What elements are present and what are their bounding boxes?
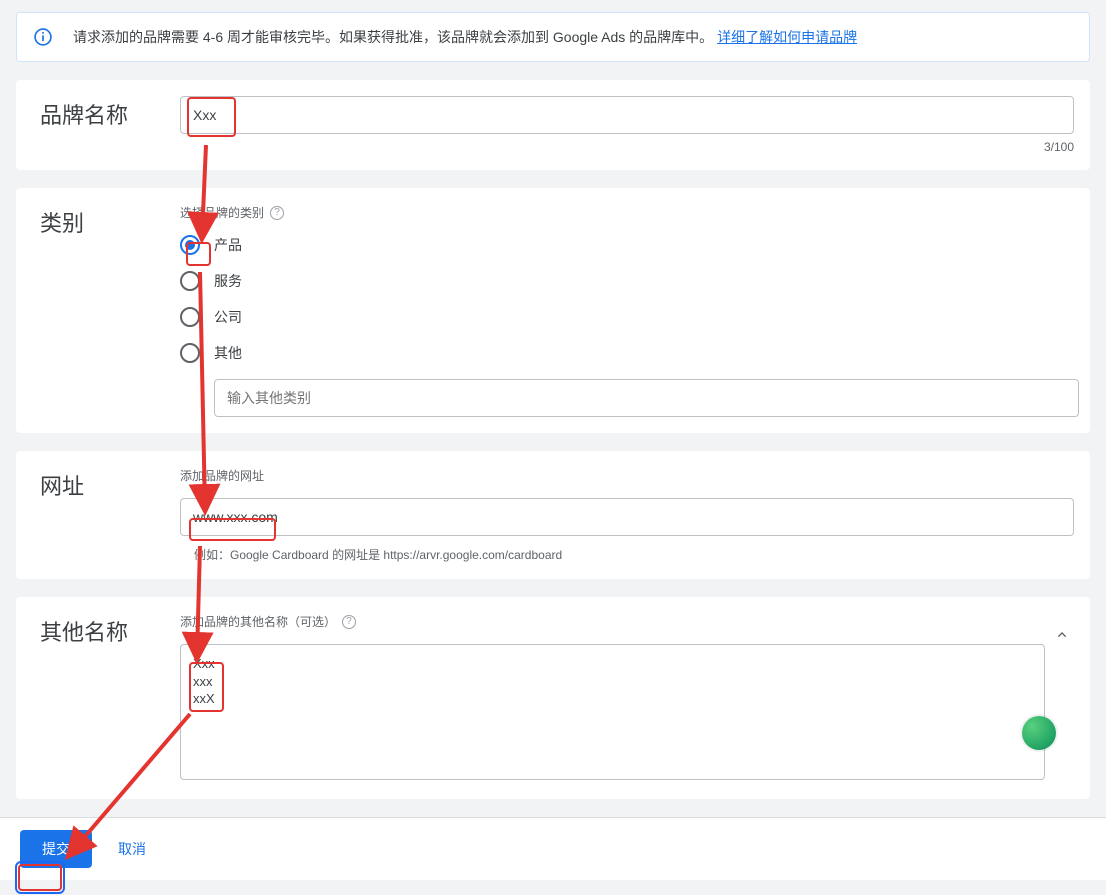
support-badge-icon[interactable] [1022,716,1056,750]
url-example: 例如：Google Cardboard 的网址是 https://arvr.go… [180,546,1074,563]
info-banner: 请求添加的品牌需要 4-6 周才能审核完毕。如果获得批准，该品牌就会添加到 Go… [16,12,1090,62]
radio-label: 其他 [214,343,242,363]
other-names-card: 其他名称 添加品牌的其他名称（可选） ? [16,597,1090,799]
url-input[interactable] [180,498,1074,536]
submit-button[interactable]: 提交 [20,830,92,868]
other-names-textarea[interactable] [180,644,1045,780]
brand-name-label: 品牌名称 [40,96,180,130]
brand-name-input[interactable] [180,96,1074,134]
radio-label: 产品 [214,235,242,255]
radio-icon [180,307,200,327]
brand-name-counter: 3/100 [180,140,1074,154]
other-names-label: 其他名称 [40,613,180,647]
info-icon [33,27,57,47]
category-label: 类别 [40,204,180,238]
brand-name-card: 品牌名称 3/100 [16,80,1090,170]
url-card: 网址 添加品牌的网址 例如：Google Cardboard 的网址是 http… [16,451,1090,579]
help-icon[interactable]: ? [342,615,356,629]
other-names-subtitle: 添加品牌的其他名称（可选） ? [180,613,1074,630]
info-text: 请求添加的品牌需要 4-6 周才能审核完毕。如果获得批准，该品牌就会添加到 Go… [73,27,857,47]
other-category-input[interactable] [214,379,1079,417]
radio-company[interactable]: 公司 [180,307,1074,327]
radio-product[interactable]: 产品 [180,235,1074,255]
cancel-button[interactable]: 取消 [112,838,152,860]
category-card: 类别 选择品牌的类别 ? 产品 服务 公司 [16,188,1090,433]
category-subtitle: 选择品牌的类别 ? [180,204,1074,221]
url-subtitle: 添加品牌的网址 [180,467,1074,484]
radio-label: 公司 [214,307,242,327]
url-label: 网址 [40,467,180,501]
radio-other[interactable]: 其他 [180,343,1074,363]
radio-icon [180,343,200,363]
radio-label: 服务 [214,271,242,291]
radio-service[interactable]: 服务 [180,271,1074,291]
help-icon[interactable]: ? [270,206,284,220]
radio-icon [180,271,200,291]
collapse-button[interactable] [1052,625,1072,645]
radio-icon [180,235,200,255]
info-link[interactable]: 详细了解如何申请品牌 [717,29,857,45]
footer-bar: 提交 取消 [0,817,1106,880]
